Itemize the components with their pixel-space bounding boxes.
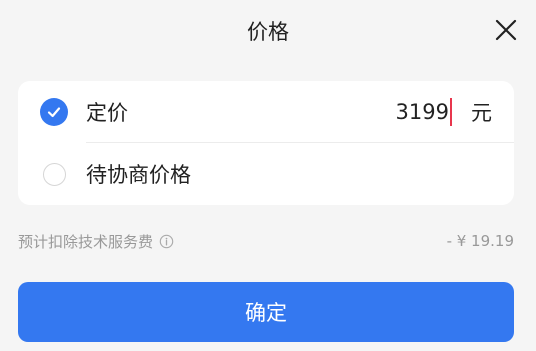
- dialog-title: 价格: [247, 20, 289, 44]
- service-fee-row: 预计扣除技术服务费 - ¥ 19.19: [18, 229, 514, 253]
- price-dialog: 价格 定价 3199 元 待协商价格 预计扣除技术服务费 - ¥ 19.19 确…: [0, 0, 536, 351]
- close-icon: [495, 19, 517, 41]
- price-unit: 元: [471, 101, 492, 125]
- option-negotiable-price[interactable]: 待协商价格: [18, 143, 514, 205]
- price-input[interactable]: 3199: [396, 98, 452, 126]
- service-fee-value: - ¥ 19.19: [446, 232, 514, 250]
- radio-checked-icon[interactable]: [40, 98, 68, 126]
- confirm-button-label: 确定: [245, 301, 287, 325]
- price-value: 3199: [395, 100, 449, 124]
- service-fee-label: 预计扣除技术服务费: [18, 232, 154, 251]
- text-caret: [450, 98, 452, 126]
- price-options-card: 定价 3199 元 待协商价格: [18, 81, 514, 205]
- radio-unchecked-icon[interactable]: [43, 162, 66, 186]
- confirm-button[interactable]: 确定: [18, 282, 514, 342]
- close-button[interactable]: [494, 18, 518, 42]
- option-fixed-price[interactable]: 定价 3199 元: [18, 81, 514, 143]
- option-label-negotiable: 待协商价格: [86, 163, 191, 187]
- info-icon[interactable]: [159, 234, 174, 249]
- option-label-fixed: 定价: [86, 101, 128, 125]
